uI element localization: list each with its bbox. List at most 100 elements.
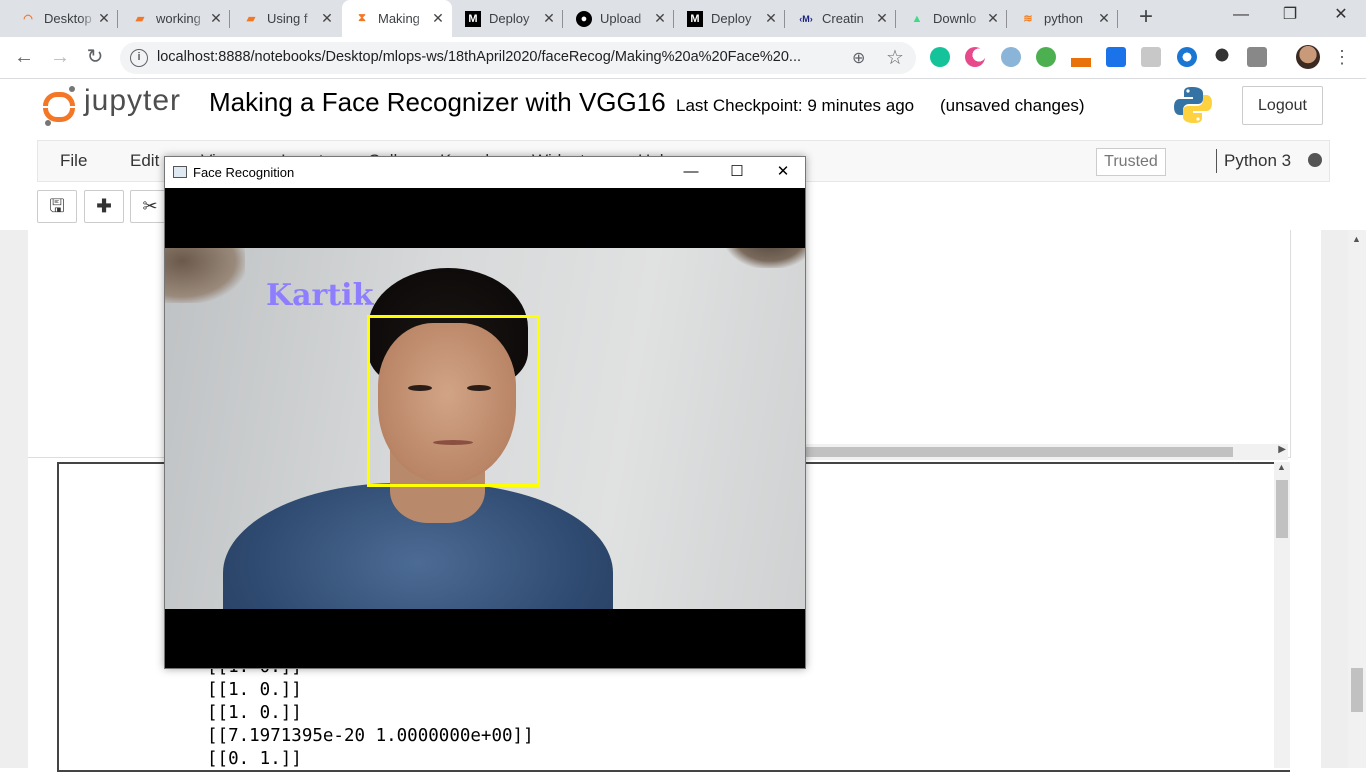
browser-tab[interactable]: M Deploy ✕ <box>675 0 785 37</box>
browser-tab[interactable]: ▰ working ✕ <box>120 0 230 37</box>
browser-tab[interactable]: ◠ Desktop ✕ <box>8 0 118 37</box>
medium-icon: M <box>465 10 481 27</box>
close-icon[interactable]: ✕ <box>763 10 779 27</box>
close-icon[interactable]: ✕ <box>430 10 446 27</box>
tab-title: Desktop <box>44 11 92 26</box>
scrollbar-thumb[interactable] <box>805 447 1233 457</box>
kernel-name[interactable]: Python 3 <box>1224 151 1291 171</box>
avatar[interactable] <box>1296 45 1320 69</box>
jupyter-icon: ◠ <box>23 13 33 25</box>
camera-icon[interactable] <box>1247 47 1267 67</box>
tab-title: Upload <box>600 11 642 26</box>
owl-extension-icon[interactable] <box>1001 47 1021 67</box>
hourglass-icon: ⧗ <box>358 12 366 24</box>
address-bar[interactable]: i localhost:8888/notebooks/Desktop/mlops… <box>120 42 916 74</box>
back-icon[interactable]: ← <box>12 46 36 70</box>
cell-output-text: [[1. 0.]][[1. 0.]][[1. 0.]][[7.1971395e-… <box>207 656 534 771</box>
android-icon: ▲ <box>911 12 923 25</box>
scissors-icon: ✂ <box>142 196 158 216</box>
bookmark-star-icon[interactable]: ☆ <box>886 45 904 70</box>
trusted-indicator[interactable]: Trusted <box>1096 148 1166 176</box>
target-extension-icon[interactable] <box>1177 47 1197 67</box>
close-icon[interactable]: ✕ <box>1096 10 1112 27</box>
python-logo-icon <box>1174 87 1212 123</box>
browser-tab[interactable]: ‹M› Creatin ✕ <box>786 0 896 37</box>
grammarly-icon[interactable] <box>930 47 950 67</box>
minimize-button[interactable]: — <box>1218 0 1264 32</box>
download-icon[interactable] <box>1071 47 1091 67</box>
scroll-right-icon[interactable]: ▶ <box>1278 444 1286 455</box>
save-button[interactable]: 🖫 <box>37 190 77 223</box>
browser-tab[interactable]: ≋ python ✕ <box>1008 0 1118 37</box>
browser-tab[interactable]: ▲ Downlo ✕ <box>897 0 1007 37</box>
reader-extension-icon[interactable] <box>1141 47 1161 67</box>
close-icon[interactable]: ✕ <box>208 10 224 27</box>
add-cell-button[interactable]: ✚ <box>84 190 124 223</box>
face-detection-box <box>367 315 540 487</box>
close-window-button[interactable]: ✕ <box>760 161 806 185</box>
zoom-icon[interactable]: ⊕ <box>852 48 865 68</box>
checklist-extension-icon[interactable] <box>1106 47 1126 67</box>
browser-tab[interactable]: M Deploy ✕ <box>453 0 563 37</box>
menu-file[interactable]: File <box>60 151 87 171</box>
close-icon[interactable]: ✕ <box>985 10 1001 27</box>
dark-mode-icon[interactable] <box>965 47 985 67</box>
tab-title: python <box>1044 11 1084 26</box>
tab-title: Downlo <box>933 11 977 26</box>
face-recognition-window[interactable]: Face Recognition — ☐ ✕ Kartik <box>164 156 806 669</box>
close-icon[interactable]: ✕ <box>96 10 112 27</box>
tab-title: Using f <box>267 11 308 26</box>
window-title: Face Recognition <box>193 165 295 180</box>
notebook-icon: ▰ <box>135 13 145 25</box>
jupyter-wordmark[interactable]: jupyter <box>84 84 181 118</box>
scroll-up-icon[interactable]: ▲ <box>1352 234 1361 244</box>
url-text[interactable]: localhost:8888/notebooks/Desktop/mlops-w… <box>157 49 801 65</box>
menu-dots-icon[interactable]: ⋮ <box>1330 46 1354 70</box>
tab-title: working <box>156 11 201 26</box>
maximize-button[interactable]: ☐ <box>714 161 760 185</box>
background-object <box>725 248 805 268</box>
close-icon[interactable]: ✕ <box>652 10 668 27</box>
recognized-name-label: Kartik <box>266 278 374 313</box>
jupyter-logo-icon[interactable] <box>43 86 77 126</box>
webcam-frame: Kartik <box>165 248 805 609</box>
tab-title: Creatin <box>822 11 864 26</box>
lightbulb-icon[interactable] <box>1212 47 1232 67</box>
page-scrollbar[interactable]: ▲ <box>1348 230 1366 768</box>
jupyter-header: jupyter Making a Face Recognizer with VG… <box>0 80 1366 140</box>
menu-edit[interactable]: Edit <box>130 151 159 171</box>
close-icon[interactable]: ✕ <box>874 10 890 27</box>
restore-button[interactable]: ❐ <box>1267 0 1313 32</box>
notebook-title[interactable]: Making a Face Recognizer with VGG16 <box>209 87 666 118</box>
minimize-button[interactable]: — <box>668 161 714 185</box>
horizontal-scrollbar[interactable]: ▶ <box>805 444 1288 460</box>
scrollbar-thumb[interactable] <box>1351 668 1363 712</box>
browser-tab-active[interactable]: ⧗ Making ✕ <box>342 0 452 37</box>
logout-button[interactable]: Logout <box>1242 86 1323 125</box>
output-scrollbar[interactable]: ▲ <box>1274 462 1290 768</box>
info-icon[interactable]: i <box>130 49 148 67</box>
close-icon[interactable]: ✕ <box>541 10 557 27</box>
stackoverflow-icon: ≋ <box>1023 13 1033 25</box>
close-window-button[interactable]: ✕ <box>1318 0 1364 32</box>
scroll-up-icon[interactable]: ▲ <box>1277 462 1286 472</box>
output-line: [[1. 0.]] <box>207 680 302 700</box>
checkpoint-status: Last Checkpoint: 9 minutes ago <box>676 96 915 115</box>
scrollbar-thumb[interactable] <box>1276 480 1288 538</box>
new-tab-button[interactable]: + <box>1135 5 1157 30</box>
window-app-icon <box>173 166 187 178</box>
vpn-extension-icon[interactable] <box>1036 47 1056 67</box>
divider <box>1216 149 1217 173</box>
reload-icon[interactable]: ↻ <box>83 46 107 70</box>
autosave-status: (unsaved changes) <box>940 96 1085 115</box>
browser-tab[interactable]: ● Upload ✕ <box>564 0 674 37</box>
tab-title: Making <box>378 11 420 26</box>
close-icon[interactable]: ✕ <box>319 10 335 27</box>
forward-icon[interactable]: → <box>48 46 72 70</box>
kernel-status-icon <box>1308 153 1322 167</box>
save-icon: 🖫 <box>49 196 65 216</box>
window-titlebar[interactable]: Face Recognition — ☐ ✕ <box>165 157 805 188</box>
browser-tab[interactable]: ▰ Using f ✕ <box>231 0 341 37</box>
output-line: [[7.1971395e-20 1.0000000e+00]] <box>207 726 534 746</box>
plus-icon: ✚ <box>96 196 112 216</box>
